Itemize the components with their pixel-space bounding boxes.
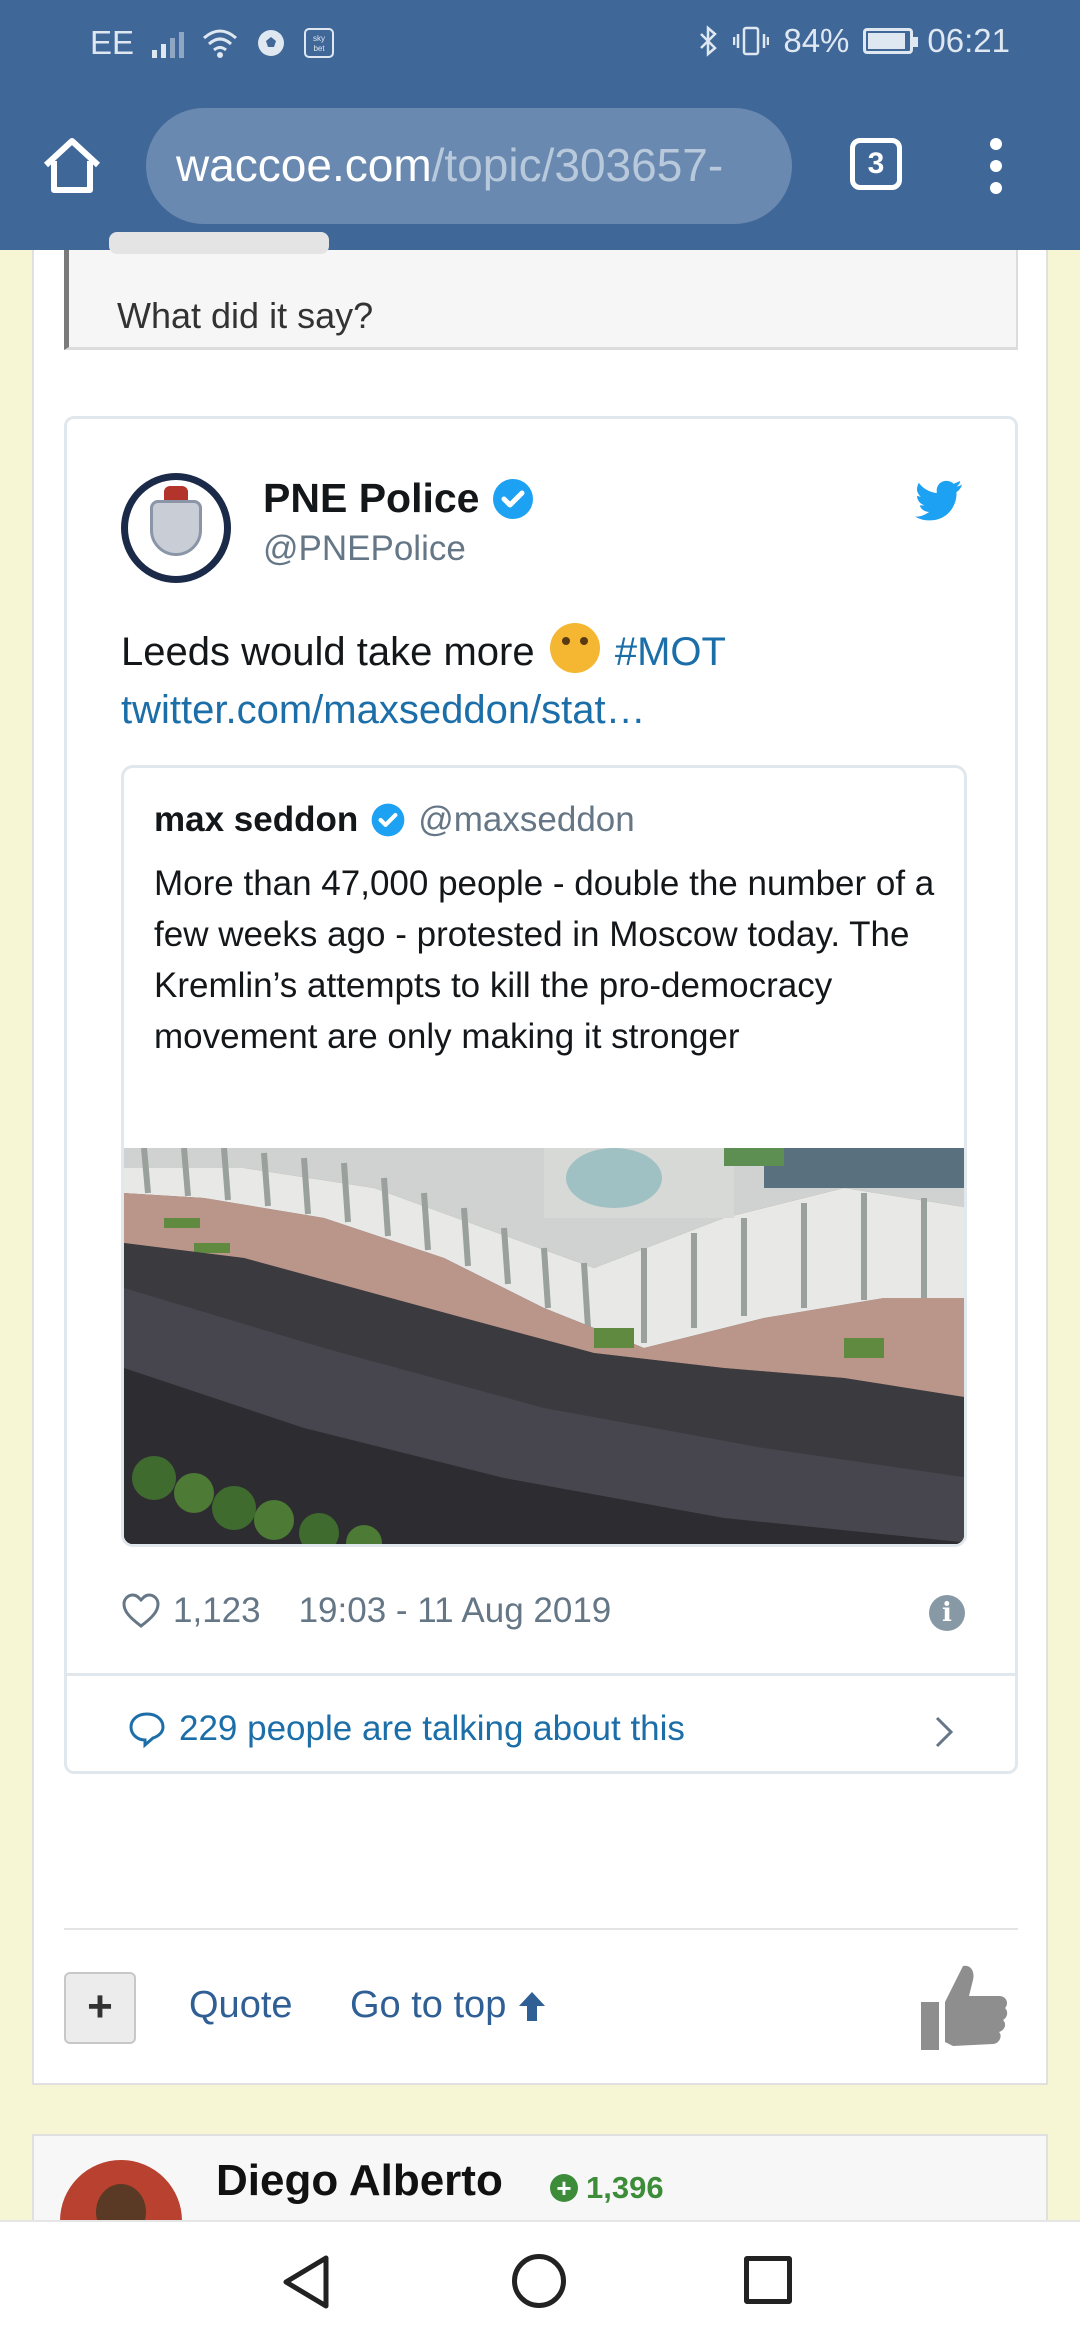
conversation-link-text: 229 people are talking about this	[179, 1709, 685, 1748]
carrier-label: EE	[90, 24, 135, 61]
status-bar: EE sky bet 84% 06:21	[0, 0, 1080, 84]
quoted-tweet-author-handle: @maxseddon	[418, 800, 635, 839]
quoted-tweet-author[interactable]: max seddon @maxseddon	[154, 800, 635, 840]
vibrate-icon	[733, 26, 770, 56]
verified-icon	[371, 803, 405, 837]
football-icon	[258, 30, 285, 56]
like-thumbs-up-icon[interactable]	[919, 1962, 1009, 2054]
thinking-face-emoji-icon	[549, 623, 600, 673]
battery-percent: 84%	[783, 22, 850, 59]
clock: 06:21	[927, 22, 1010, 59]
arrow-up-icon	[519, 1991, 546, 2021]
plus-circle-icon: +	[550, 2174, 578, 2202]
tweet-avatar[interactable]	[121, 473, 231, 583]
quoted-tweet-author-name: max seddon	[154, 800, 359, 839]
tweet-divider	[67, 1673, 1015, 1676]
tab-switcher-button[interactable]: 3	[850, 138, 902, 190]
quote-button[interactable]: Quote	[189, 1984, 293, 2027]
home-circle-icon[interactable]	[512, 2254, 566, 2308]
recents-square-icon[interactable]	[744, 2256, 792, 2304]
go-to-top-button[interactable]: Go to top	[350, 1984, 548, 2027]
back-icon[interactable]	[280, 2254, 334, 2310]
tweet-author-handle[interactable]: @PNEPolice	[263, 529, 466, 569]
tweet-meta: 1,123 19:03 - 11 Aug 2019	[121, 1591, 611, 1631]
reputation-count: 1,396	[586, 2170, 664, 2205]
bluetooth-icon	[700, 25, 718, 57]
post-actions-divider	[64, 1928, 1018, 1930]
url-bar[interactable]: waccoe.com/topic/303657-	[146, 108, 792, 224]
forum-post: What did it say? PNE Police @PNEPolice L…	[32, 232, 1048, 2085]
quoted-post: What did it say?	[64, 232, 1018, 350]
multi-quote-button[interactable]: +	[64, 1972, 136, 2044]
svg-text:sky: sky	[313, 34, 325, 43]
url-host: waccoe.com	[176, 139, 432, 191]
url-path: /topic/303657-	[431, 139, 724, 191]
home-icon[interactable]	[40, 135, 104, 195]
system-navigation-bar	[0, 2220, 1080, 2340]
sky-bet-icon: skybet	[304, 28, 335, 58]
go-to-top-label: Go to top	[350, 1984, 507, 2026]
tweet-author-name-text: PNE Police	[263, 475, 480, 521]
browser-header: EE sky bet 84% 06:21 waccoe.com/topic/303…	[0, 0, 1080, 250]
embedded-tweet[interactable]: PNE Police @PNEPolice Leeds would take m…	[64, 416, 1018, 1774]
tweet-timestamp[interactable]: 19:03 - 11 Aug 2019	[299, 1591, 612, 1631]
battery-icon	[863, 28, 919, 54]
conversation-link[interactable]: 229 people are talking about this	[127, 1709, 685, 1749]
quoted-post-text: What did it say?	[117, 295, 374, 336]
chevron-right-icon[interactable]	[933, 1715, 955, 1749]
tweet-author-name[interactable]: PNE Police	[263, 475, 535, 522]
verified-icon	[493, 478, 534, 519]
twitter-bird-icon[interactable]	[915, 479, 965, 523]
quoted-post-header-fragment	[109, 232, 329, 254]
tweet-url-link[interactable]: twitter.com/maxseddon/stat…	[121, 688, 646, 732]
wifi-icon	[203, 29, 238, 58]
protest-crowd-photo[interactable]	[124, 1148, 967, 1547]
tweet-body-text: Leeds would take more	[121, 630, 535, 674]
url-row: waccoe.com/topic/303657- 3	[0, 100, 1080, 230]
tweet-hashtag-link[interactable]: #MOT	[615, 630, 726, 674]
speech-bubble-icon	[129, 1712, 165, 1749]
heart-icon[interactable]	[121, 1591, 161, 1631]
overflow-menu-icon[interactable]	[990, 138, 1002, 194]
svg-text:bet: bet	[313, 44, 325, 53]
signal-icon	[152, 28, 185, 58]
quoted-tweet-card[interactable]: max seddon @maxseddon More than 47,000 p…	[121, 765, 967, 1547]
reputation-badge: + 1,396	[550, 2170, 664, 2206]
police-badge-emblem	[150, 500, 202, 556]
like-count[interactable]: 1,123	[173, 1591, 261, 1631]
quoted-tweet-text: More than 47,000 people - double the num…	[154, 864, 935, 1056]
tweet-text: Leeds would take more #MOT twitter.com/m…	[121, 623, 981, 739]
author-name[interactable]: Diego Alberto	[216, 2156, 503, 2206]
info-icon[interactable]: i	[929, 1595, 965, 1631]
